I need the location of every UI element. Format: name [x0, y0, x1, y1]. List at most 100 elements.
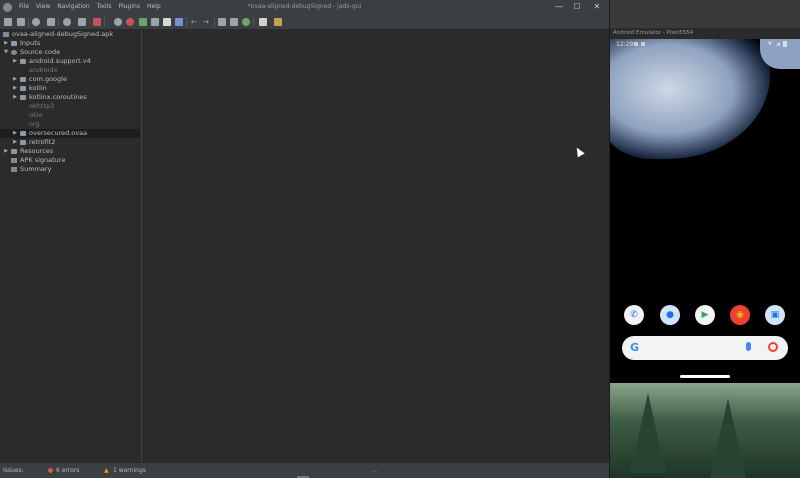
reload-icon[interactable]	[32, 18, 40, 26]
signal-icon: ◢	[776, 41, 780, 47]
package-label: oversecured.ovaa	[29, 129, 88, 137]
toolbar-separator	[214, 17, 215, 27]
toolbar-separator	[104, 17, 105, 27]
package-icon	[20, 95, 26, 100]
chrome-app-icon[interactable]: ◉	[730, 305, 750, 325]
add-files-icon[interactable]	[17, 18, 25, 26]
package-label: okio	[29, 111, 43, 119]
toolbar-separator	[28, 17, 29, 27]
expand-arrow-icon[interactable]: ▶	[12, 57, 18, 66]
preferences-icon[interactable]	[93, 18, 101, 26]
expand-arrow-icon[interactable]: ▶	[3, 39, 9, 48]
toolbar: ← →	[0, 15, 609, 30]
package-label: kotlin	[29, 84, 47, 92]
open-file-icon[interactable]	[4, 18, 12, 26]
apk-icon	[3, 32, 9, 37]
package-icon	[20, 140, 26, 145]
summary-icon	[11, 167, 17, 172]
maximize-button[interactable]: ☐	[568, 1, 586, 13]
package-icon	[20, 131, 26, 136]
battery-icon	[783, 41, 787, 47]
source-code-icon	[11, 50, 17, 55]
toolbar-separator	[253, 17, 254, 27]
expand-arrow-icon[interactable]: ▶	[12, 138, 18, 147]
toolbar-separator	[186, 17, 187, 27]
mic-icon[interactable]	[746, 342, 751, 351]
package-icon	[20, 59, 26, 64]
error-icon	[48, 468, 53, 473]
issues-label: Issues:	[3, 467, 24, 474]
find-usage-icon[interactable]	[139, 18, 147, 26]
certificate-icon	[11, 158, 17, 163]
notification-icon	[641, 42, 645, 46]
expand-arrow-icon[interactable]: ▶	[12, 84, 18, 93]
google-logo-icon: G	[630, 341, 640, 354]
expand-arrow-icon[interactable]: ▶	[12, 75, 18, 84]
minimize-button[interactable]: —	[550, 1, 568, 13]
tree-shape	[630, 393, 666, 473]
expand-arrow-icon[interactable]: ▶	[12, 93, 18, 102]
tree-package-selected[interactable]: ▶ oversecured.ovaa	[0, 129, 140, 138]
package-icon	[20, 86, 26, 91]
log-viewer-icon[interactable]	[218, 18, 226, 26]
dock: ✆ ● ▶ ◉ ▣	[624, 305, 794, 325]
status-bar-time: 12:29	[616, 41, 634, 48]
play-store-app-icon[interactable]: ▶	[695, 305, 715, 325]
quark-icon[interactable]	[230, 18, 238, 26]
window-icon[interactable]	[163, 18, 171, 26]
google-search-bar[interactable]: G	[622, 336, 788, 360]
warning-icon: ▲	[104, 467, 109, 474]
camera-app-icon[interactable]: ▣	[765, 305, 785, 325]
android-emulator-window: Android Emulator - Pixel5554 12:29 ▼ ◢ T…	[610, 0, 800, 478]
wrench-icon[interactable]	[274, 18, 282, 26]
home-icon[interactable]	[151, 18, 159, 26]
forward-arrow-icon[interactable]: →	[203, 18, 211, 26]
find-class-icon[interactable]	[126, 18, 134, 26]
status-bar: Issues: 6 errors ▲ 1 warnings ···	[0, 462, 609, 478]
home-gesture-bar[interactable]	[680, 375, 730, 378]
export-icon[interactable]	[47, 18, 55, 26]
title-bar: File View Navigation Tools Plugins Help …	[0, 0, 609, 15]
package-label: androidx	[29, 66, 58, 74]
search-icon[interactable]	[114, 18, 122, 26]
deobfuscation-icon[interactable]	[175, 18, 183, 26]
warnings-count[interactable]: 1 warnings	[113, 467, 146, 474]
package-label: kotlinx.coroutines	[29, 93, 87, 101]
package-label: org	[29, 120, 40, 128]
resize-grip-icon[interactable]: ···	[372, 469, 378, 476]
folder-icon	[11, 149, 17, 154]
close-button[interactable]: ✕	[588, 1, 606, 13]
wifi-icon: ▼	[768, 41, 772, 47]
home-date: Tue, Jun 25	[622, 67, 655, 74]
collapse-arrow-icon[interactable]: ▼	[3, 48, 9, 57]
package-label: retrofit2	[29, 138, 56, 146]
project-tree: ovaa-aligned-debugSigned.apk ▶ Inputs ▼ …	[0, 30, 142, 462]
messages-app-icon[interactable]: ●	[660, 305, 680, 325]
expand-arrow-icon[interactable]: ▶	[3, 147, 9, 156]
notification-icon	[634, 42, 638, 46]
errors-count[interactable]: 6 errors	[56, 467, 79, 474]
tree-root-label: ovaa-aligned-debugSigned.apk	[12, 30, 114, 38]
tree-item-label: Inputs	[20, 39, 41, 47]
flatten-packages-icon[interactable]	[78, 18, 86, 26]
debugger-icon[interactable]	[259, 18, 267, 26]
package-label: okhttp3	[29, 102, 55, 110]
expand-arrow-icon[interactable]: ▶	[12, 129, 18, 138]
tree-item-label: Source code	[20, 48, 61, 56]
emulator-title: Android Emulator - Pixel5554	[610, 28, 800, 39]
tree-item-label: Summary	[20, 165, 52, 173]
tree-item-label: Resources	[20, 147, 54, 155]
editor-area[interactable]	[142, 30, 609, 462]
back-arrow-icon[interactable]: ←	[191, 18, 199, 26]
package-label: com.google	[29, 75, 67, 83]
desktop-background-image	[610, 383, 800, 478]
toolbar-separator	[58, 17, 59, 27]
phone-app-icon[interactable]: ✆	[624, 305, 644, 325]
tree-shape	[710, 398, 746, 478]
tree-item-label: APK signature	[20, 156, 66, 164]
android-icon[interactable]	[242, 18, 250, 26]
wallpaper-image	[610, 39, 770, 159]
google-lens-icon[interactable]	[768, 342, 778, 352]
phone-screen[interactable]: 12:29 ▼ ◢ Tue, Jun 25 ✆ ● ▶ ◉ ▣ G	[610, 39, 800, 383]
sync-icon[interactable]	[63, 18, 71, 26]
